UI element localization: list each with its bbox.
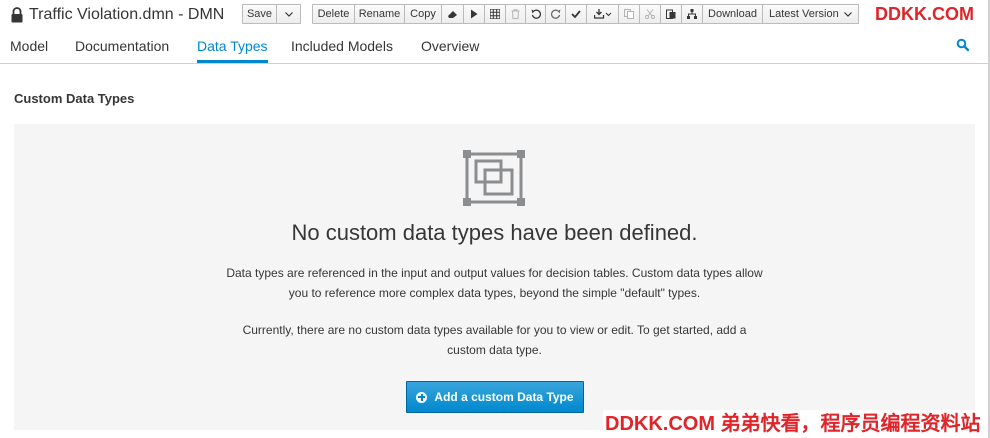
- add-custom-data-type-button[interactable]: Add a custom Data Type: [406, 381, 584, 413]
- document-title: Traffic Violation.dmn - DMN: [29, 6, 225, 23]
- title-area: Traffic Violation.dmn - DMN: [10, 4, 224, 26]
- add-button-label: Add a custom Data Type: [434, 390, 574, 404]
- search-button[interactable]: [956, 38, 972, 54]
- watermark-bottom: DDKK.COM 弟弟快看，程序员编程资料站: [603, 410, 990, 438]
- caret-down-icon: [284, 11, 293, 17]
- plus-circle-icon: [416, 391, 428, 403]
- paste-icon: [666, 9, 676, 19]
- play-button[interactable]: [464, 4, 485, 24]
- redo-button[interactable]: [546, 4, 566, 24]
- chevron-down-icon: [844, 11, 852, 17]
- grid-icon: [490, 9, 500, 19]
- editor-tabs: Model Documentation Data Types Included …: [0, 30, 990, 64]
- cut-icon: [645, 9, 655, 19]
- empty-state-title: No custom data types have been defined.: [291, 220, 698, 245]
- redo-icon: [550, 9, 561, 19]
- lock-icon: [10, 6, 24, 24]
- eraser-button[interactable]: [442, 4, 464, 24]
- rename-button[interactable]: Rename: [355, 4, 405, 24]
- edit-group: Delete Rename Copy Download Latest Versi…: [312, 4, 859, 24]
- tab-data-types[interactable]: Data Types: [197, 30, 268, 63]
- tab-overview[interactable]: Overview: [421, 30, 479, 63]
- tab-documentation[interactable]: Documentation: [75, 30, 169, 63]
- empty-state-hint: Currently, there are no custom data type…: [242, 323, 747, 357]
- grid-button[interactable]: [485, 4, 506, 24]
- cut-button[interactable]: [640, 4, 661, 24]
- empty-state-description: Data types are referenced in the input a…: [226, 266, 763, 300]
- download-menu-button[interactable]: [587, 4, 619, 24]
- section-title: Custom Data Types: [14, 91, 135, 106]
- download-icon: [593, 9, 612, 19]
- delete-button[interactable]: Delete: [312, 4, 355, 24]
- play-icon: [470, 9, 478, 19]
- empty-state-panel: No custom data types have been defined. …: [14, 124, 975, 430]
- validate-button[interactable]: [566, 4, 587, 24]
- data-types-icon: [463, 150, 525, 206]
- hierarchy-icon: [687, 9, 697, 19]
- save-options-button[interactable]: [277, 4, 301, 24]
- undo-button[interactable]: [526, 4, 546, 24]
- check-icon: [571, 10, 581, 18]
- hierarchy-button[interactable]: [682, 4, 703, 24]
- undo-icon: [531, 9, 541, 19]
- copy-icon: [624, 9, 634, 19]
- search-icon: [956, 38, 970, 56]
- download-button[interactable]: Download: [703, 4, 763, 24]
- watermark-top: DDKK.COM: [869, 3, 990, 25]
- copy-icon-button[interactable]: [619, 4, 640, 24]
- tab-included-models[interactable]: Included Models: [291, 30, 393, 63]
- save-group: Save: [242, 4, 301, 24]
- latest-version-dropdown[interactable]: Latest Version: [763, 4, 859, 24]
- editor-toolbar: Traffic Violation.dmn - DMN Save Delete …: [0, 0, 990, 30]
- save-button[interactable]: Save: [242, 4, 277, 24]
- delete-icon-button[interactable]: [506, 4, 526, 24]
- tab-model[interactable]: Model: [10, 30, 48, 63]
- latest-version-label: Latest Version: [769, 8, 839, 20]
- paste-button[interactable]: [661, 4, 682, 24]
- eraser-icon: [447, 10, 458, 19]
- copy-button[interactable]: Copy: [405, 4, 442, 24]
- trash-icon: [511, 9, 520, 19]
